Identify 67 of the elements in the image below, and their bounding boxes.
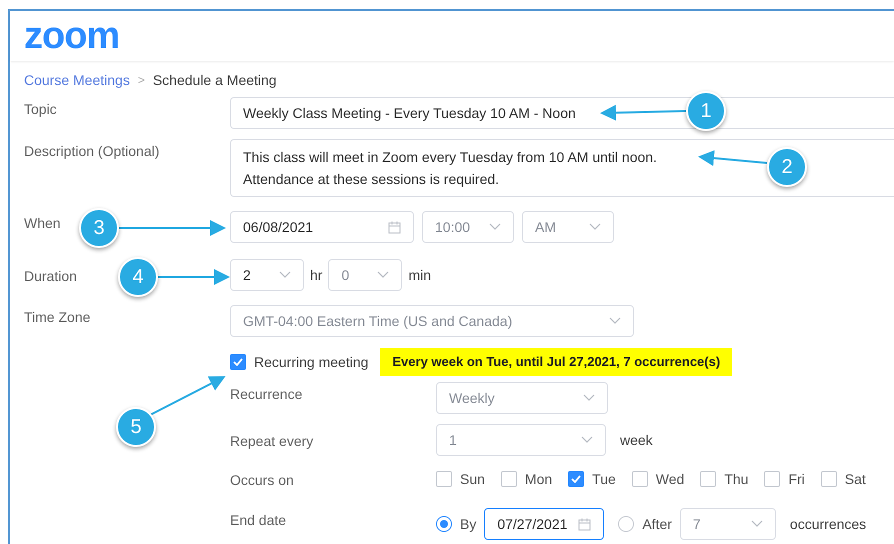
- unit-label: min: [408, 266, 432, 284]
- checkbox-label: Recurring meeting: [254, 352, 368, 372]
- callout-number: 2: [767, 147, 807, 187]
- checkbox[interactable]: [820, 471, 837, 487]
- callout-number: 1: [686, 91, 726, 131]
- dropdown[interactable]: 7: [680, 508, 776, 540]
- callout-number: 3: [79, 208, 119, 248]
- callout-number: 4: [118, 257, 158, 297]
- chevron-down-icon: [750, 520, 763, 528]
- checkbox[interactable]: [632, 471, 648, 487]
- calendar-icon: [388, 220, 401, 234]
- unit-label: hr: [310, 266, 322, 284]
- date-field[interactable]: 07/27/2021: [484, 508, 604, 540]
- checkbox[interactable]: [500, 471, 517, 487]
- calendar-icon: [578, 518, 592, 530]
- dropdown[interactable]: 10:00: [422, 211, 514, 243]
- radio-label: By: [460, 514, 476, 534]
- field-label: Repeat every: [230, 432, 314, 448]
- day-label: Sun: [460, 470, 485, 488]
- checkbox[interactable]: [568, 471, 584, 487]
- field-label: Duration: [24, 268, 77, 284]
- chevron-down-icon: [609, 317, 621, 325]
- radio-button[interactable]: [436, 516, 452, 532]
- radio-button[interactable]: [618, 516, 634, 532]
- field-label: Occurs on: [230, 472, 294, 488]
- checkmark-icon: [233, 358, 243, 366]
- date-field[interactable]: 06/08/2021: [230, 211, 414, 243]
- field-label: Description (Optional): [24, 143, 160, 159]
- dropdown[interactable]: 2: [230, 259, 304, 291]
- checkmark-icon: [571, 475, 582, 483]
- field-label: When: [24, 215, 61, 231]
- dropdown[interactable]: GMT-04:00 Eastern Time (US and Canada): [230, 305, 634, 337]
- day-label: Thu: [724, 470, 748, 488]
- callout-arrow: [158, 269, 230, 285]
- day-label: Sat: [844, 470, 866, 488]
- unit-label: week: [620, 430, 653, 450]
- checkbox[interactable]: [700, 471, 716, 487]
- dropdown[interactable]: Weekly: [436, 382, 608, 414]
- breadcrumb-current: Schedule a Meeting: [152, 70, 277, 90]
- chevron-down-icon: [583, 394, 595, 402]
- day-label: Wed: [656, 470, 684, 488]
- field-label: Time Zone: [24, 309, 90, 325]
- chevron-down-icon: [489, 223, 501, 231]
- breadcrumb-separator: >: [138, 72, 145, 89]
- checkbox[interactable]: [764, 471, 780, 487]
- chevron-down-icon: [581, 436, 593, 444]
- field-label: Topic: [24, 101, 57, 117]
- unit-label: occurrences: [790, 514, 866, 534]
- checkbox[interactable]: [436, 471, 452, 487]
- day-label: Fri: [788, 470, 805, 488]
- callout-arrow: [698, 150, 768, 166]
- chevron-down-icon: [589, 223, 601, 231]
- field-label: Recurrence: [230, 386, 302, 402]
- dropdown[interactable]: 1: [436, 424, 606, 456]
- callout-number: 5: [116, 407, 156, 447]
- checkbox[interactable]: [230, 354, 246, 370]
- dropdown[interactable]: 0: [328, 259, 402, 291]
- day-label: Tue: [592, 470, 616, 488]
- day-label: Mon: [524, 470, 552, 488]
- logo[interactable]: zoom: [24, 17, 120, 55]
- field-label: End date: [230, 512, 286, 528]
- dropdown[interactable]: AM: [522, 211, 614, 243]
- chevron-down-icon: [279, 271, 291, 279]
- radio-label: After: [642, 514, 672, 534]
- recurrence-summary: Every week on Tue, until Jul 27,2021, 7 occurrence(s): [380, 348, 732, 376]
- chevron-down-icon: [377, 271, 390, 279]
- breadcrumb-link[interactable]: Course Meetings: [24, 70, 130, 90]
